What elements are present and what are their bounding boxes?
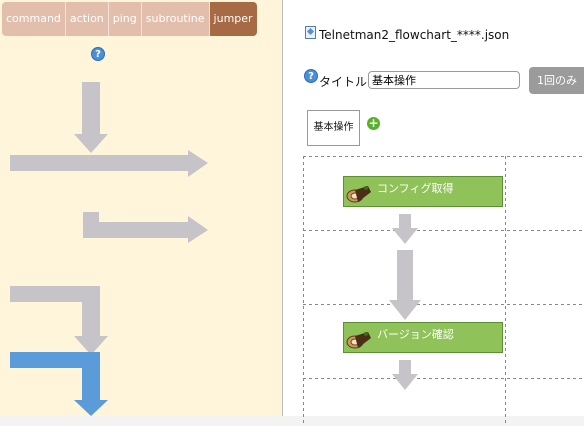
tab-action[interactable]: action — [65, 2, 109, 36]
tab-subroutine[interactable]: subroutine — [141, 2, 210, 36]
title-input[interactable] — [368, 71, 520, 89]
log-cake-icon — [346, 186, 371, 203]
jumper-right-arrow-long[interactable] — [10, 150, 210, 178]
flow-down-arrow — [392, 214, 418, 244]
once-button[interactable]: 1回のみ — [529, 67, 584, 94]
tab-ping[interactable]: ping — [108, 2, 142, 36]
help-icon[interactable]: ? — [91, 47, 105, 61]
jumper-elbow-right-arrow[interactable] — [80, 212, 210, 244]
palette-tabs: command action ping subroutine jumper — [2, 2, 257, 36]
jumper-elbow-down-arrow-selected[interactable] — [10, 352, 110, 416]
jumper-elbow-down-arrow[interactable] — [10, 286, 110, 356]
subroutine-box[interactable]: 基本操作 — [307, 110, 360, 146]
title-help-icon[interactable]: ? — [304, 69, 318, 83]
log-cake-icon — [346, 332, 371, 349]
flowchart-editor: Telnetman2_flowchart_****.json ? タイトル 1回… — [283, 0, 584, 426]
flow-down-arrow — [392, 360, 418, 390]
command-label: バージョン確認 — [377, 328, 454, 341]
flowchart-grid: コンフィグ取得 バージョン確認 — [303, 156, 584, 426]
flow-down-arrow — [389, 250, 421, 320]
command-block-config[interactable]: コンフィグ取得 — [343, 176, 503, 207]
title-label: タイトル — [319, 75, 368, 89]
command-label: コンフィグ取得 — [377, 182, 454, 195]
add-icon[interactable]: + — [367, 117, 380, 130]
jumper-palette: command action ping subroutine jumper ? — [0, 0, 282, 416]
tab-jumper[interactable]: jumper — [209, 2, 257, 36]
file-icon — [305, 26, 316, 39]
command-block-version[interactable]: バージョン確認 — [343, 322, 503, 353]
tab-command[interactable]: command — [2, 2, 66, 36]
file-name[interactable]: Telnetman2_flowchart_****.json — [319, 28, 509, 42]
jumper-down-arrow[interactable] — [74, 82, 108, 154]
